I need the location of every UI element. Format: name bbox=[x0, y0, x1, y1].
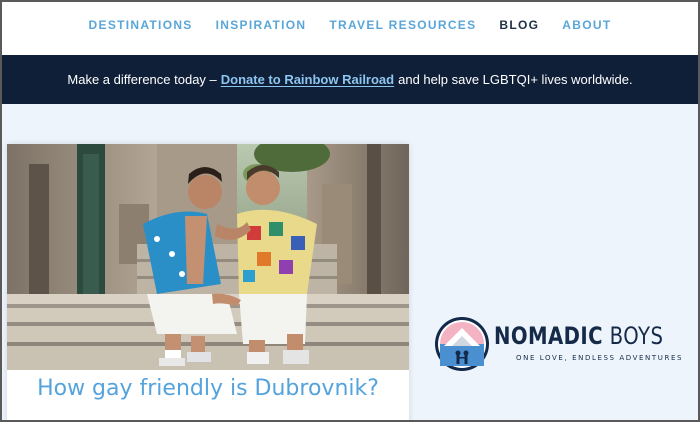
logo-name-part2: BOYS bbox=[609, 322, 664, 350]
banner-text-after: and help save LGBTQI+ lives worldwide. bbox=[398, 72, 633, 87]
article-title[interactable]: How gay friendly is Dubrovnik? bbox=[7, 376, 409, 401]
donation-banner: Make a difference today – Donate to Rain… bbox=[2, 55, 698, 104]
nav-inspiration[interactable]: INSPIRATION bbox=[216, 18, 307, 32]
donate-link[interactable]: Donate to Rainbow Railroad bbox=[221, 72, 394, 87]
article-photo[interactable] bbox=[7, 144, 409, 370]
logo-name-part1: NOMADIC bbox=[494, 322, 603, 350]
nav-about[interactable]: ABOUT bbox=[562, 18, 611, 32]
nav-destinations[interactable]: DESTINATIONS bbox=[89, 18, 193, 32]
photo-illustration-icon bbox=[7, 144, 409, 370]
logo-wordmark: NOMADIC BOYS bbox=[494, 322, 663, 350]
banner-text-before: Make a difference today – bbox=[67, 72, 217, 87]
nomadic-boys-logo-icon bbox=[435, 317, 489, 371]
nav-blog[interactable]: BLOG bbox=[499, 18, 539, 32]
article-card[interactable]: How gay friendly is Dubrovnik? bbox=[7, 144, 409, 422]
site-logo[interactable]: NOMADIC BOYS ONE LOVE, ENDLESS ADVENTURE… bbox=[434, 316, 690, 376]
logo-tagline: ONE LOVE, ENDLESS ADVENTURES bbox=[516, 354, 684, 362]
main-nav: DESTINATIONS INSPIRATION TRAVEL RESOURCE… bbox=[0, 0, 700, 55]
main-content: How gay friendly is Dubrovnik? NOMADIC B… bbox=[2, 104, 698, 422]
nav-travel-resources[interactable]: TRAVEL RESOURCES bbox=[329, 18, 476, 32]
